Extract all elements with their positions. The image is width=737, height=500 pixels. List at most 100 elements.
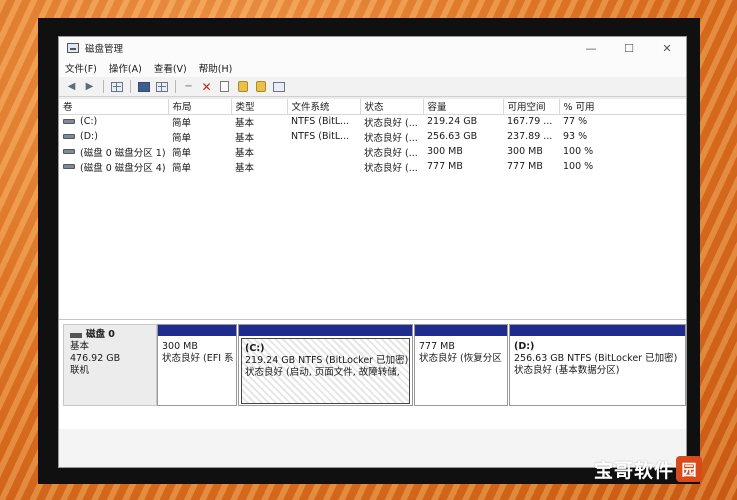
table-row[interactable]: (D:) 简单 基本 NTFS (BitL... 状态良好 (... 256.6… [59, 129, 686, 144]
help-icon[interactable] [135, 79, 152, 94]
cell-type: 基本 [235, 132, 255, 144]
cell-type: 基本 [235, 117, 255, 129]
document-icon[interactable] [216, 79, 233, 94]
drive-icon [63, 149, 75, 154]
cell-volume: (C:) [59, 114, 168, 129]
title-bar: 磁盘管理 — ☐ ✕ [59, 37, 686, 59]
disk-status: 联机 [70, 365, 90, 376]
cell-free-space: 300 MB [507, 146, 543, 157]
partition-info: 777 MB 状态良好 (恢复分区 [415, 336, 507, 370]
column-header-status[interactable]: 状态 [360, 99, 424, 115]
partition-size: 777 MB [419, 341, 455, 352]
cell-percent-free: 77 % [563, 116, 588, 128]
column-header-volume[interactable]: 卷 [59, 99, 169, 115]
site-watermark: 宝哥软件 园 [594, 452, 703, 486]
window-controls: — ☐ ✕ [572, 37, 686, 59]
partition-d[interactable]: (D:) 256.63 GB NTFS (BitLocker 已加密) 状态良好… [509, 324, 686, 406]
drive-icon [63, 134, 75, 139]
volume-name: (C:) [80, 116, 98, 128]
column-header-filesystem[interactable]: 文件系统 [287, 99, 361, 115]
cell-type: 基本 [235, 162, 255, 174]
partition-color-bar [510, 325, 685, 336]
cell-free-space: 237.89 ... [507, 131, 553, 142]
properties-icon[interactable] [153, 79, 170, 94]
cell-layout: 简单 [172, 132, 192, 144]
toolbar-separator [130, 80, 131, 93]
cell-filesystem: NTFS (BitL... [291, 131, 350, 142]
partition-color-bar [158, 325, 236, 336]
cell-status: 状态良好 (... [364, 147, 418, 159]
partition-size: 256.63 GB NTFS (BitLocker 已加密) [514, 353, 678, 364]
menu-help[interactable]: 帮助(H) [199, 61, 233, 75]
minimize-button[interactable]: — [572, 37, 610, 59]
toolbar-separator [103, 80, 104, 93]
disk-0-label[interactable]: 磁盘 0 基本 476.92 GB 联机 [63, 324, 157, 406]
back-icon[interactable]: ◀ [63, 79, 80, 94]
menu-action[interactable]: 操作(A) [109, 61, 142, 75]
partition-status: 状态良好 (恢复分区 [419, 353, 502, 364]
window-title: 磁盘管理 [85, 44, 124, 55]
partition-color-bar [239, 325, 412, 336]
partition-title: (D:) [514, 341, 535, 352]
column-header-layout[interactable]: 布局 [168, 99, 232, 115]
toolbar-separator [175, 80, 176, 93]
cell-percent-free: 93 % [563, 131, 588, 142]
drive-icon [63, 164, 75, 169]
column-header-percent-free[interactable]: % 可用 [559, 99, 686, 115]
volume-name: (D:) [80, 131, 98, 142]
maximize-button[interactable]: ☐ [610, 37, 648, 59]
cell-free-space: 777 MB [507, 161, 543, 172]
watermark-text: 宝哥软件 [594, 459, 675, 482]
disk-management-window: 磁盘管理 — ☐ ✕ 文件(F) 操作(A) 查看(V) 帮助(H) ◀ ▶ −… [58, 36, 687, 468]
cell-volume: (磁盘 0 磁盘分区 1) [59, 144, 168, 159]
table-header-row: 卷 布局 类型 文件系统 状态 容量 可用空间 % 可用 [59, 99, 686, 115]
disk-size: 476.92 GB [70, 353, 121, 364]
table-row[interactable]: (磁盘 0 磁盘分区 1) 简单 基本 状态良好 (... 300 MB 300… [59, 144, 686, 159]
close-button[interactable]: ✕ [648, 37, 686, 59]
cell-status: 状态良好 (... [364, 162, 418, 174]
cell-capacity: 219.24 GB [427, 116, 478, 128]
disk-management-app-icon [67, 43, 79, 53]
lower-pane-empty-area [59, 429, 686, 467]
drive-icon [63, 119, 75, 125]
menu-file[interactable]: 文件(F) [65, 61, 97, 75]
partition-size: 219.24 GB NTFS (BitLocker 已加密) [245, 355, 409, 366]
volume-name: (磁盘 0 磁盘分区 1) [80, 147, 166, 159]
volume-name: (磁盘 0 磁盘分区 4) [80, 162, 166, 174]
watermark-badge: 园 [676, 456, 703, 482]
connect-icon[interactable]: − [180, 79, 197, 94]
menu-view[interactable]: 查看(V) [154, 61, 187, 75]
partition-status: 状态良好 (基本数据分区) [514, 365, 620, 376]
menu-bar: 文件(F) 操作(A) 查看(V) 帮助(H) [59, 59, 686, 77]
shield-key-icon[interactable] [252, 79, 269, 94]
cell-capacity: 300 MB [427, 146, 463, 157]
cell-free-space: 167.79 ... [507, 116, 553, 128]
column-header-free-space[interactable]: 可用空间 [503, 99, 560, 115]
cell-volume: (磁盘 0 磁盘分区 4) [59, 159, 168, 174]
cell-status: 状态良好 (... [364, 117, 418, 129]
table-row[interactable]: (磁盘 0 磁盘分区 4) 简单 基本 状态良好 (... 777 MB 777… [59, 159, 686, 174]
partition-efi[interactable]: 300 MB 状态良好 (EFI 系 [157, 324, 237, 406]
key-icon[interactable] [234, 79, 251, 94]
partition-c[interactable]: (C:) 219.24 GB NTFS (BitLocker 已加密) 状态良好… [238, 324, 413, 406]
partition-info: (D:) 256.63 GB NTFS (BitLocker 已加密) 状态良好… [510, 336, 685, 382]
cell-percent-free: 100 % [563, 146, 594, 157]
table-row[interactable]: (C:) 简单 基本 NTFS (BitL... 状态良好 (... 219.2… [59, 114, 686, 129]
partition-info: (C:) 219.24 GB NTFS (BitLocker 已加密) 状态良好… [241, 338, 410, 404]
cell-filesystem: NTFS (BitL... [291, 116, 350, 128]
column-header-type[interactable]: 类型 [231, 99, 288, 115]
partition-title: (C:) [245, 343, 265, 354]
column-header-capacity[interactable]: 容量 [423, 99, 504, 115]
disk-graphical-view: 磁盘 0 基本 476.92 GB 联机 300 MB 状态良好 (EFI 系 … [59, 319, 686, 429]
disk-icon [70, 332, 82, 338]
disk-type: 基本 [70, 341, 90, 352]
delete-icon[interactable]: ✕ [198, 79, 215, 94]
partition-recovery[interactable]: 777 MB 状态良好 (恢复分区 [414, 324, 508, 406]
console-tree-icon[interactable] [108, 79, 125, 94]
disk-name-row: 磁盘 0 [70, 329, 150, 341]
cell-layout: 简单 [172, 117, 192, 129]
disk-name: 磁盘 0 [86, 329, 115, 340]
cell-layout: 简单 [172, 162, 192, 174]
refresh-icon[interactable] [270, 79, 287, 94]
forward-icon[interactable]: ▶ [81, 79, 98, 94]
